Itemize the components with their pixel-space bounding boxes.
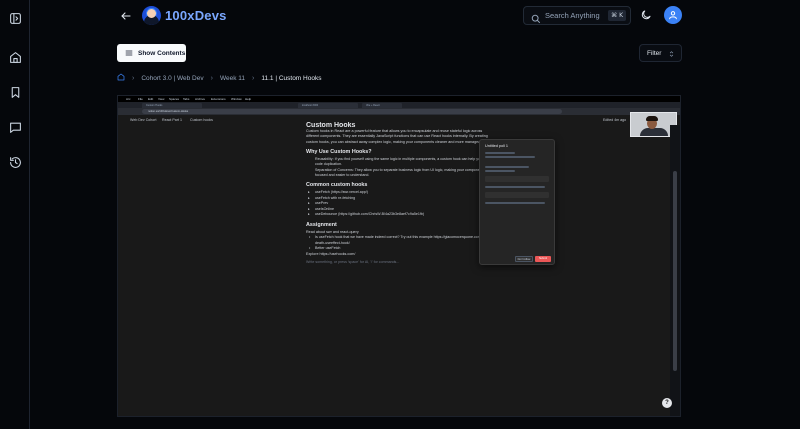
doc-why-item: Reusability: If you find yourself using …	[315, 157, 492, 167]
brand-logo[interactable]	[142, 6, 161, 25]
menubar-item: Archive	[195, 97, 206, 101]
chevron-right-icon: ›	[210, 74, 213, 82]
notion-edited: Edited 4m ago	[603, 118, 627, 122]
moon-icon[interactable]	[639, 8, 653, 22]
doc-assign-item: Is useFetch hook that we have made indee…	[306, 235, 496, 246]
menubar-item: Edit	[148, 97, 154, 101]
video-doc: Custom Hooks Custom hooks in React are a…	[306, 122, 496, 265]
notion-crumb: Web Dev Cohort	[130, 118, 157, 122]
chevron-right-icon: ›	[252, 74, 255, 82]
sidebar-rail	[0, 0, 30, 429]
notion-crumb: Custom hooks	[190, 118, 213, 122]
video-scrollbar-thumb	[673, 171, 677, 371]
poll-line	[485, 186, 545, 188]
poll-submit-button: Submit	[535, 256, 551, 262]
doc-why-item: Separation of Concerns: They allow you t…	[315, 167, 494, 177]
doc-assign-item: Better useFetch	[306, 246, 496, 252]
breadcrumb-item-week[interactable]: Week 11	[220, 75, 245, 82]
breadcrumb-item-current: 11.1 | Custom Hooks	[261, 74, 322, 82]
app-root: 100xDevs Search Anything ⌘ K Show Conten…	[0, 0, 800, 429]
video-scrollbar	[670, 125, 680, 416]
video-player[interactable]: Arc File Edit View Spaces Tabs Archive E…	[117, 95, 681, 417]
chevron-right-icon: ›	[132, 74, 135, 82]
video-poll-dialog: Untitled poll 1 Don't Allow Submit	[479, 139, 555, 265]
message-icon[interactable]	[8, 120, 22, 134]
doc-heading-common: Common custom hooks	[306, 182, 368, 189]
help-icon: ?	[662, 398, 672, 408]
show-contents-label: Show Contents	[138, 49, 186, 57]
brand-name[interactable]: 100xDevs	[165, 8, 227, 23]
menubar-item: Help	[245, 97, 252, 101]
menubar-item: Tabs	[183, 97, 190, 101]
user-icon	[669, 11, 677, 20]
doc-heading-assignment: Assignment	[306, 222, 337, 228]
show-contents-button[interactable]: Show Contents	[117, 44, 186, 62]
sidebar-toggle-icon[interactable]	[8, 11, 22, 25]
doc-heading-why: Why Use Custom Hooks?	[306, 149, 372, 156]
chevron-up-down-icon	[669, 51, 674, 57]
breadcrumb-home-icon[interactable]	[117, 73, 125, 83]
home-icon[interactable]	[8, 50, 22, 64]
history-icon[interactable]	[8, 155, 22, 169]
search-icon	[531, 11, 541, 24]
poll-line	[485, 152, 515, 154]
webcam-hair	[646, 116, 658, 121]
breadcrumb-item-cohort[interactable]: Cohort 3.0 | Web Dev	[141, 75, 203, 82]
doc-explore: Explore https://usehooks.com/	[306, 251, 356, 256]
breadcrumb: › Cohort 3.0 | Web Dev › Week 11 › 11.1 …	[117, 73, 321, 83]
menubar-item: Extensions	[211, 97, 226, 101]
user-avatar[interactable]	[664, 6, 682, 24]
filter-select[interactable]: Filter	[639, 44, 682, 62]
doc-title: Custom Hooks	[306, 122, 356, 129]
menubar-item: File	[138, 97, 143, 101]
doc-placeholder: Write something, or press 'space' for AI…	[306, 260, 400, 265]
menubar-item: Spaces	[169, 97, 180, 101]
doc-intro: Custom hooks in React are a powerful fea…	[306, 129, 488, 144]
video-notion-page: Custom Hooks Custom hooks in React are a…	[118, 122, 670, 416]
poll-option	[485, 176, 549, 182]
menubar-item: View	[158, 97, 165, 101]
webcam-body	[640, 128, 668, 136]
poll-line	[485, 166, 529, 168]
poll-line	[485, 156, 535, 158]
video-url-bar: notion.so/100xdevs/Custom-Hooks	[118, 108, 680, 115]
poll-line	[485, 170, 515, 172]
poll-title: Untitled poll 1	[485, 144, 509, 148]
video-url: notion.so/100xdevs/Custom-Hooks	[142, 109, 562, 114]
search-shortcut-badge: ⌘ K	[608, 10, 626, 21]
filter-label: Filter	[647, 50, 662, 57]
menu-icon	[125, 50, 133, 56]
search-placeholder: Search Anything	[545, 11, 600, 20]
poll-line	[485, 202, 545, 204]
menubar-item: Window	[231, 97, 242, 101]
poll-option	[485, 192, 549, 198]
search-input[interactable]: Search Anything ⌘ K	[523, 6, 631, 25]
menubar-item: Arc	[126, 97, 131, 101]
doc-common-item: useDebounce (https://github.com/ChrisW-B…	[306, 212, 496, 218]
back-arrow-icon[interactable]	[118, 8, 134, 24]
poll-cancel-button: Don't Allow	[515, 256, 533, 262]
bookmark-icon[interactable]	[8, 85, 22, 99]
notion-crumb: React Part 1	[162, 118, 182, 122]
top-header: 100xDevs Search Anything ⌘ K	[30, 0, 800, 32]
